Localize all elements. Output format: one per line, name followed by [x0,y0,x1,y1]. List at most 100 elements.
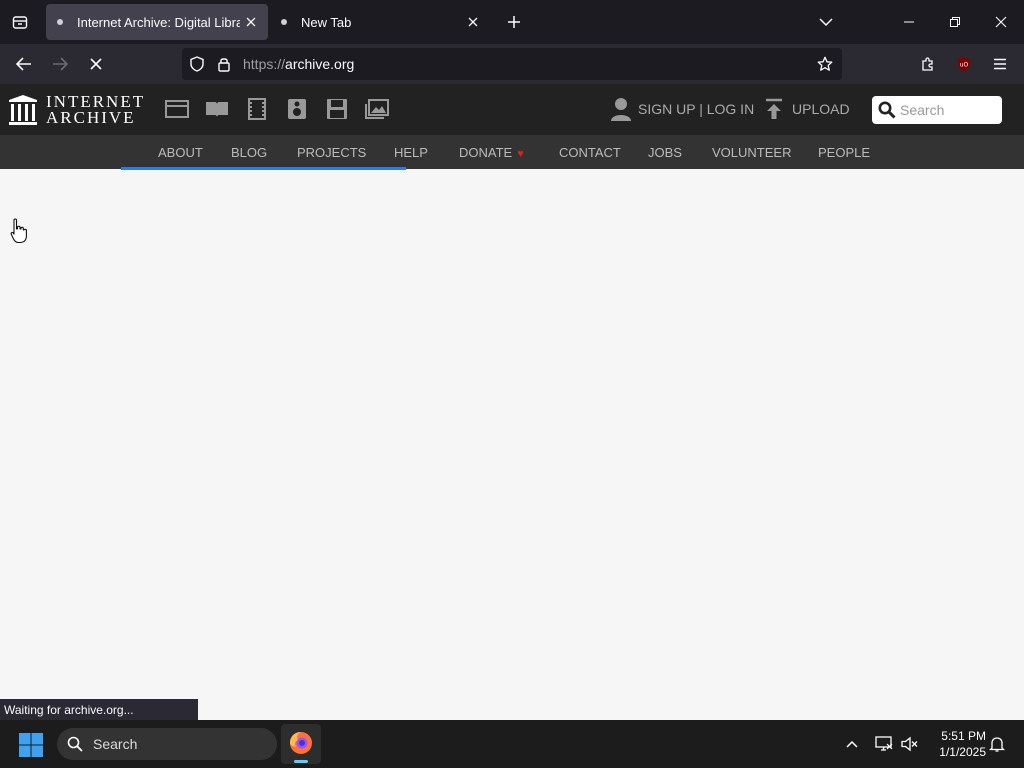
taskbar-search-label: Search [93,736,138,752]
upload-icon [766,98,782,119]
network-button[interactable] [872,732,896,756]
user-icon [611,98,631,121]
bell-icon [989,737,1005,752]
hand-pointer-cursor-icon [10,218,27,244]
media-type-menu [164,96,404,122]
account-label: SIGN UP | LOG IN [638,101,755,117]
navigation-toolbar: https://archive.org uO [0,44,1024,84]
active-app-indicator [294,760,308,763]
app-menu-button[interactable] [986,50,1014,78]
nav-jobs[interactable]: JOBS [648,145,682,160]
tab-close-button[interactable] [462,11,484,33]
minimize-icon [904,21,914,23]
minimize-button[interactable] [886,0,932,44]
video-icon[interactable] [244,96,270,122]
audio-icon[interactable] [284,96,310,122]
chevron-down-icon [819,18,833,27]
tab-title: Internet Archive: Digital Library [77,14,240,30]
plus-icon [508,16,520,28]
images-icon[interactable] [364,96,390,122]
heart-icon: ♥ [517,148,524,160]
chevron-up-icon [846,740,858,748]
url-host: archive.org [285,56,355,72]
logo-wordmark: INTERNET ARCHIVE [46,93,145,127]
tab-internet-archive[interactable]: Internet Archive: Digital Library [46,4,268,40]
upload-link[interactable]: UPLOAD [764,98,850,120]
arrow-right-icon [53,57,68,71]
search-placeholder: Search [900,102,945,118]
tab-close-button[interactable] [240,11,262,33]
volume-muted-icon [901,736,918,752]
tab-favicon-icon [281,19,287,25]
window-close-button[interactable] [978,0,1024,44]
nav-projects[interactable]: PROJECTS [297,145,366,160]
back-button[interactable] [10,50,38,78]
close-icon [995,16,1007,28]
top-nav-menu: ABOUT BLOG PROJECTS HELP DONATE ♥ CONTACT… [0,135,1024,169]
status-panel: Waiting for archive.org... [0,699,198,720]
nav-help[interactable]: HELP [394,145,428,160]
tab-title: New Tab [301,14,352,30]
firefox-view-button[interactable] [6,8,34,36]
page-content [0,170,1024,720]
svg-text:uO: uO [960,62,969,69]
puzzle-icon [922,57,933,71]
nav-donate[interactable]: DONATE ♥ [459,145,524,160]
nav-blog[interactable]: BLOG [231,145,267,160]
url-text[interactable]: https://archive.org [243,56,354,72]
site-search-input[interactable]: Search [872,96,1002,124]
restore-icon [950,17,960,27]
volume-button[interactable] [898,732,922,756]
new-tab-button[interactable] [502,10,526,34]
status-text: Waiting for archive.org... [4,703,134,717]
ublock-origin-button[interactable]: uO [950,50,978,78]
nav-contact[interactable]: CONTACT [559,145,621,160]
tab-favicon-icon [57,19,63,25]
clock-date: 1/1/2025 [939,745,986,759]
list-all-tabs-button[interactable] [814,10,838,34]
taskbar-search-box[interactable]: Search [57,728,277,760]
taskbar-firefox-button[interactable] [281,724,321,764]
logo-line-2: ARCHIVE [46,108,136,127]
firefox-icon [290,732,312,754]
site-header: INTERNET ARCHIVE SIGN UP | LOG IN UPLOAD… [0,84,1024,135]
tab-strip: Internet Archive: Digital Library New Ta… [0,0,1024,44]
close-icon [246,17,256,27]
tracking-protection-shield-icon[interactable] [188,55,206,73]
close-icon [468,17,478,27]
search-icon [878,101,896,119]
web-icon[interactable] [164,96,190,122]
forward-button[interactable] [46,50,74,78]
windows-taskbar: Search 5:51 PM 1/1/2025 [0,720,1024,768]
ublock-icon: uO [958,57,970,71]
software-icon[interactable] [324,96,350,122]
lock-icon[interactable] [215,55,233,73]
notifications-button[interactable] [985,732,1009,756]
arrow-left-icon [16,57,31,71]
account-link[interactable]: SIGN UP | LOG IN [610,97,754,121]
texts-icon[interactable] [204,96,230,122]
upload-label: UPLOAD [792,101,850,117]
system-clock[interactable]: 5:51 PM 1/1/2025 [926,728,986,760]
nav-people[interactable]: PEOPLE [818,145,870,160]
extensions-button[interactable] [914,50,942,78]
tab-new-tab[interactable]: New Tab [270,4,490,40]
nav-volunteer[interactable]: VOLUNTEER [712,145,791,160]
restore-button[interactable] [932,0,978,44]
search-icon [67,736,83,752]
show-hidden-icons-button[interactable] [840,732,864,756]
bookmark-star-icon[interactable] [816,55,834,73]
nav-donate-label: DONATE [459,145,513,160]
stop-icon [90,58,102,70]
windows-start-button[interactable] [18,732,44,758]
internet-archive-logo[interactable]: INTERNET ARCHIVE [8,93,145,127]
url-protocol: https:// [243,56,286,72]
nav-about[interactable]: ABOUT [158,145,203,160]
network-icon [875,736,893,751]
clock-time: 5:51 PM [941,729,986,743]
firefox-view-icon [12,16,28,29]
address-bar[interactable]: https://archive.org [182,48,842,80]
stop-loading-button[interactable] [82,50,110,78]
archive-building-icon [9,95,37,125]
hamburger-menu-icon [994,58,1006,70]
